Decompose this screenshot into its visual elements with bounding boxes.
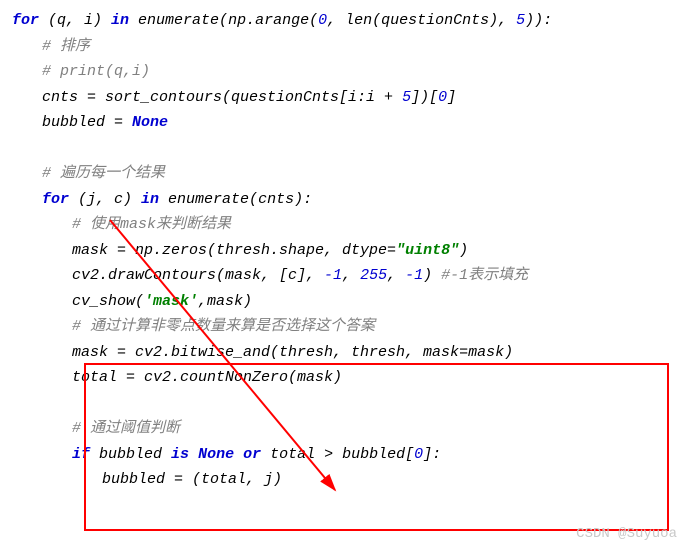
keyword-for: for (42, 191, 69, 208)
keyword-is: is (171, 446, 189, 463)
code-line: # 遍历每一个结果 (42, 161, 683, 187)
keyword-in: in (141, 191, 159, 208)
code-line: # 使用mask来判断结果 (72, 212, 683, 238)
string: 'mask' (144, 293, 198, 310)
code-line: mask = np.zeros(thresh.shape, dtype="uin… (72, 238, 683, 264)
code-line: # 通过计算非零点数量来算是否选择这个答案 (72, 314, 683, 340)
code-line: bubbled = None (42, 110, 683, 136)
keyword-in: in (111, 12, 129, 29)
code-line: bubbled = (total, j) (102, 467, 683, 493)
blank-line (12, 391, 683, 417)
string: "uint8" (396, 242, 459, 259)
keyword-if: if (72, 446, 90, 463)
keyword-for: for (12, 12, 39, 29)
comment: # 遍历每一个结果 (42, 165, 165, 182)
code-line: if bubbled is None or total > bubbled[0]… (72, 442, 683, 468)
keyword-none: None (198, 446, 234, 463)
code-line: total = cv2.countNonZero(mask) (72, 365, 683, 391)
comment: # 使用mask来判断结果 (72, 216, 231, 233)
blank-line (12, 136, 683, 162)
code-line: cv2.drawContours(mask, [c], -1, 255, -1)… (72, 263, 683, 289)
code-line: for (q, i) in enumerate(np.arange(0, len… (12, 8, 683, 34)
keyword-or: or (243, 446, 261, 463)
watermark: CSDN @Suyuoa (576, 523, 677, 547)
code-line: # 排序 (42, 34, 683, 60)
comment: #-1表示填充 (441, 267, 528, 284)
code-block: for (q, i) in enumerate(np.arange(0, len… (0, 0, 683, 493)
code-line: # 通过阈值判断 (72, 416, 683, 442)
comment: # print(q,i) (42, 63, 150, 80)
code-line: mask = cv2.bitwise_and(thresh, thresh, m… (72, 340, 683, 366)
comment: # 通过阈值判断 (72, 420, 180, 437)
code-line: cv_show('mask',mask) (72, 289, 683, 315)
comment: # 通过计算非零点数量来算是否选择这个答案 (72, 318, 375, 335)
code-line: cnts = sort_contours(questionCnts[i:i + … (42, 85, 683, 111)
keyword-none: None (132, 114, 168, 131)
code-line: # print(q,i) (42, 59, 683, 85)
code-line: for (j, c) in enumerate(cnts): (42, 187, 683, 213)
comment: # 排序 (42, 38, 90, 55)
